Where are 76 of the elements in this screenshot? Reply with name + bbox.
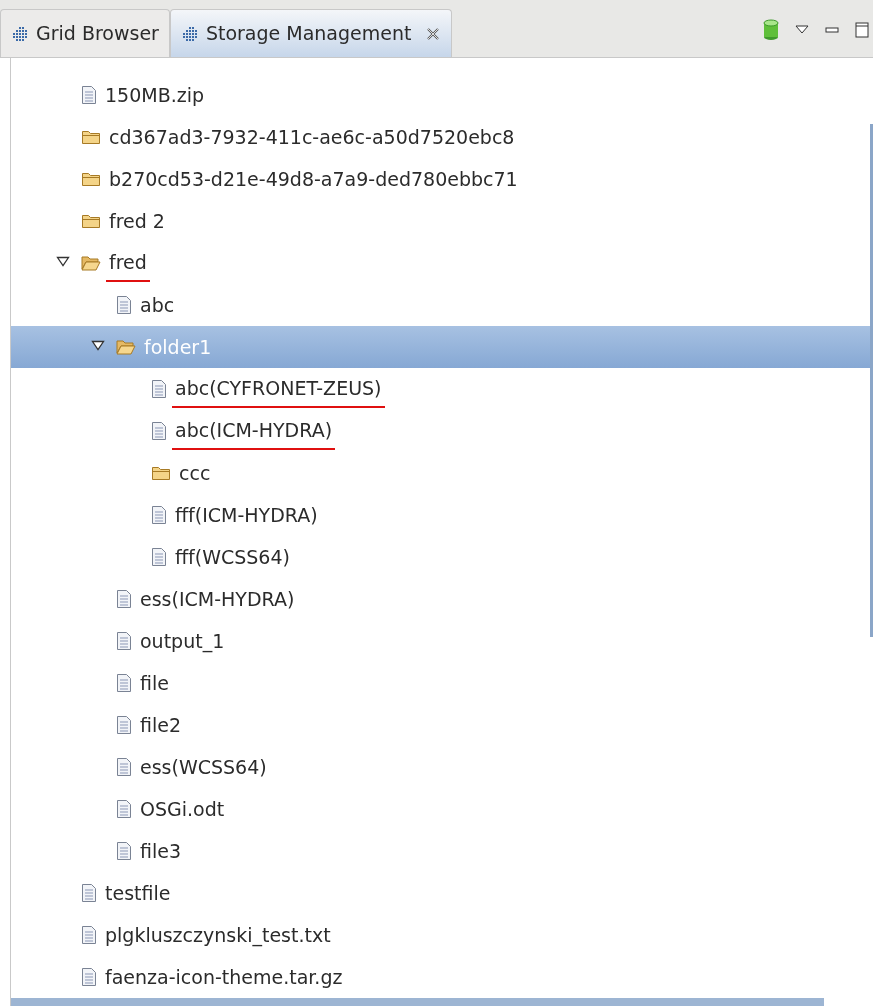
tree-item[interactable]: file3	[11, 830, 873, 872]
file-icon	[151, 421, 167, 441]
item-label: fred	[106, 247, 150, 283]
item-label: 150MB.zip	[104, 82, 206, 108]
tree-item[interactable]: plgkluszczynski_test.txt	[11, 914, 873, 956]
tree-item[interactable]: 150MB.zip	[11, 74, 873, 116]
item-label: fff(WCSS64)	[174, 544, 291, 570]
file-icon	[116, 757, 132, 777]
item-label: folder1	[143, 334, 213, 360]
file-icon	[151, 379, 167, 399]
tree-item[interactable]: fff(WCSS64)	[11, 536, 873, 578]
item-label: abc	[139, 292, 176, 318]
file-icon	[81, 883, 97, 903]
item-label: output_1	[139, 628, 226, 655]
tab[interactable]: Storage Management	[169, 9, 453, 57]
item-label: abc(ICM-HYDRA)	[172, 415, 336, 451]
item-label: cd367ad3-7932-411c-ae6c-a50d7520ebc8	[108, 124, 516, 150]
grid-icon	[180, 25, 198, 42]
tree-item[interactable]: fred 2	[11, 200, 873, 242]
file-icon	[116, 715, 132, 735]
item-label: file2	[139, 712, 183, 738]
tree-item[interactable]: ess(ICM-HYDRA)	[11, 578, 873, 620]
item-label: ess(ICM-HYDRA)	[139, 586, 296, 612]
tree-item[interactable]: ccc	[11, 452, 873, 494]
tree-item[interactable]: OSGi.odt	[11, 788, 873, 830]
file-icon	[81, 967, 97, 987]
file-icon	[151, 505, 167, 525]
item-label: ess(WCSS64)	[139, 754, 268, 780]
tree-item[interactable]: faenza-icon-theme.tar.gz	[11, 956, 873, 998]
file-icon	[116, 799, 132, 819]
item-label: ccc	[178, 460, 212, 486]
folder-icon	[81, 171, 101, 187]
file-icon	[116, 673, 132, 693]
item-label: OSGi.odt	[139, 796, 226, 822]
item-label: fff(ICM-HYDRA)	[174, 502, 319, 528]
open-folder-icon	[116, 339, 136, 355]
tree-item[interactable]: ess(WCSS64)	[11, 746, 873, 788]
item-label: fred 2	[108, 208, 166, 234]
open-folder-icon	[81, 255, 101, 271]
file-icon	[116, 295, 132, 315]
database-icon[interactable]	[763, 19, 779, 41]
file-icon	[116, 841, 132, 861]
maximize-icon[interactable]	[855, 22, 869, 38]
folder-icon	[81, 129, 101, 145]
tree-item[interactable]: fff(ICM-HYDRA)	[11, 494, 873, 536]
close-icon[interactable]	[425, 25, 442, 42]
file-icon	[81, 925, 97, 945]
tree-item[interactable]: file	[11, 662, 873, 704]
file-icon	[151, 547, 167, 567]
item-label: plgkluszczynski_test.txt	[104, 922, 332, 949]
item-label: file3	[139, 838, 183, 864]
item-label: faenza-icon-theme.tar.gz	[104, 964, 344, 990]
item-label: abc(CYFRONET-ZEUS)	[172, 373, 385, 409]
tree-item[interactable]: testfile	[11, 872, 873, 914]
file-icon	[116, 589, 132, 609]
item-label: b270cd53-d21e-49d8-a7a9-ded780ebbc71	[108, 166, 519, 192]
minimize-icon[interactable]	[825, 27, 839, 33]
tree-item[interactable]: b270cd53-d21e-49d8-a7a9-ded780ebbc71	[11, 158, 873, 200]
tree-item[interactable]: cd367ad3-7932-411c-ae6c-a50d7520ebc8	[11, 116, 873, 158]
tab[interactable]: Grid Browser	[0, 9, 170, 57]
view-menu-icon[interactable]	[795, 25, 809, 35]
tree-item[interactable]: abc	[11, 284, 873, 326]
item-label: file	[139, 670, 170, 696]
tree-item[interactable]: abc(CYFRONET-ZEUS)	[11, 368, 873, 410]
scrollbar[interactable]	[870, 124, 873, 637]
folder-icon	[81, 213, 101, 229]
scrollbar[interactable]	[11, 998, 824, 1006]
tree-item[interactable]: abc(ICM-HYDRA)	[11, 410, 873, 452]
grid-icon	[11, 25, 28, 42]
file-icon	[116, 631, 132, 651]
file-icon	[81, 85, 97, 105]
tree-item[interactable]: file2	[11, 704, 873, 746]
item-label: testfile	[104, 880, 172, 906]
tree-item[interactable]: fred	[11, 242, 873, 284]
folder-icon	[151, 465, 171, 481]
tree-item[interactable]: output_1	[11, 620, 873, 662]
